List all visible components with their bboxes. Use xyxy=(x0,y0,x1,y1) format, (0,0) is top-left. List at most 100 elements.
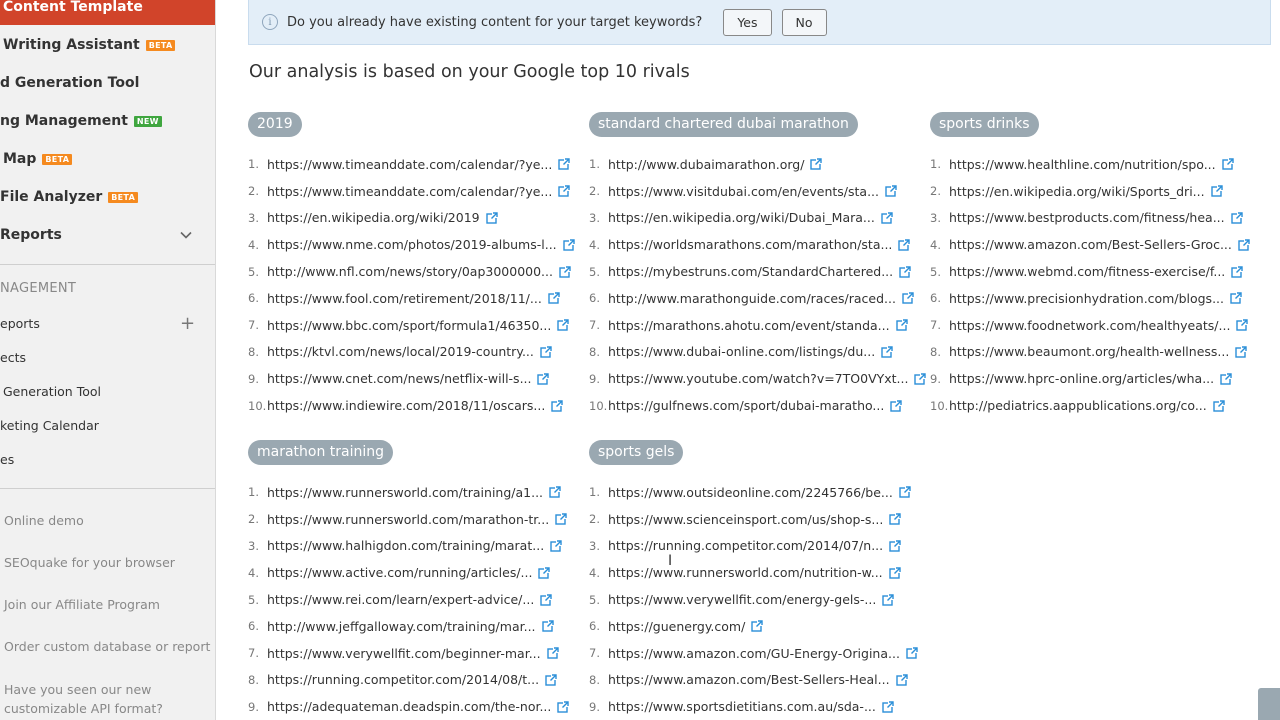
external-link-icon[interactable] xyxy=(538,567,551,579)
external-link-icon[interactable] xyxy=(555,513,567,525)
rival-url: https://www.timeanddate.com/calendar/?ye… xyxy=(267,156,553,172)
external-link-icon[interactable] xyxy=(558,158,571,171)
list-item: 7. https://www.bbc.com/sport/formula1/463… xyxy=(248,312,575,339)
external-link-icon[interactable] xyxy=(885,185,897,197)
affiliate-program-link[interactable]: Join our Affiliate Program xyxy=(4,595,160,614)
sidebar-item-map[interactable]: Map BETA xyxy=(3,149,73,169)
custom-database-link[interactable]: Order custom database or report xyxy=(4,637,210,656)
external-link-icon[interactable] xyxy=(558,185,571,197)
sidebar-item-listing-management[interactable]: ng Management NEW xyxy=(0,111,162,131)
sidebar-item-writing-assistant[interactable]: Writing Assistant BETA xyxy=(3,35,176,55)
sidebar-item-idea-generation-tool[interactable]: d Generation Tool xyxy=(0,73,139,93)
external-link-icon[interactable] xyxy=(882,701,894,713)
external-link-icon[interactable] xyxy=(1210,185,1223,197)
plus-icon[interactable]: + xyxy=(180,315,195,333)
external-link-icon[interactable] xyxy=(1213,399,1225,412)
rival-url: https://worldsmarathons.com/marathon/sta… xyxy=(608,237,893,253)
sidebar-item-projects[interactable]: ects xyxy=(0,350,26,365)
external-link-icon[interactable] xyxy=(1230,292,1242,305)
list-item: 8. https://ktvl.com/news/local/2019-count… xyxy=(248,339,575,366)
external-link-icon[interactable] xyxy=(549,486,561,499)
list-item: 6. http://www.jeffgalloway.com/training/m… xyxy=(248,613,569,640)
no-button[interactable]: No xyxy=(781,8,827,36)
external-link-icon[interactable] xyxy=(895,674,908,686)
rival-url: https://running.competitor.com/2014/07/n… xyxy=(608,538,884,554)
sidebar-item-marketing-calendar[interactable]: keting Calendar xyxy=(0,418,99,433)
external-link-icon[interactable] xyxy=(557,319,570,331)
seoquake-link[interactable]: SEOquake for your browser xyxy=(4,553,175,572)
list-item: 6. https://www.fool.com/retirement/2018/1… xyxy=(248,285,575,312)
sidebar-item-notes[interactable]: es xyxy=(0,452,14,467)
external-link-icon[interactable] xyxy=(1231,265,1243,278)
rank-number: 6. xyxy=(248,291,259,306)
external-link-icon[interactable] xyxy=(914,373,927,385)
external-link-icon[interactable] xyxy=(551,399,564,412)
external-link-icon[interactable] xyxy=(1238,239,1250,251)
external-link-icon[interactable] xyxy=(1235,346,1248,358)
rank-number: 1. xyxy=(930,157,941,172)
external-link-icon[interactable] xyxy=(541,620,554,633)
rival-url-list: 1. https://www.runnersworld.com/training/… xyxy=(248,479,570,720)
external-link-icon[interactable] xyxy=(562,239,575,251)
external-link-icon[interactable] xyxy=(899,265,911,278)
sidebar-item-label: Reports xyxy=(0,227,62,243)
chevron-down-icon[interactable] xyxy=(180,229,192,241)
rival-url: https://www.rei.com/learn/expert-advice/… xyxy=(267,592,535,608)
rank-number: 2. xyxy=(248,184,259,199)
beta-badge: BETA xyxy=(108,191,139,203)
external-link-icon[interactable] xyxy=(888,567,901,579)
rival-url: http://www.marathonguide.com/races/raced… xyxy=(608,290,896,306)
rival-url: https://www.scienceinsport.com/us/shop-s… xyxy=(608,511,884,527)
external-link-icon[interactable] xyxy=(546,647,559,659)
external-link-icon[interactable] xyxy=(890,399,903,412)
rank-number: 6. xyxy=(248,619,259,634)
rank-number: 3. xyxy=(930,210,941,225)
sidebar-item-lead-generation-tool[interactable]: Generation Tool xyxy=(3,384,101,399)
external-link-icon[interactable] xyxy=(540,593,552,606)
sidebar-item-content-template[interactable]: Content Template xyxy=(0,0,215,25)
list-item: 1. https://www.runnersworld.com/training/… xyxy=(248,479,569,506)
external-link-icon[interactable] xyxy=(898,239,911,251)
external-link-icon[interactable] xyxy=(559,265,571,278)
external-link-icon[interactable] xyxy=(810,158,823,171)
list-item: 5. https://www.webmd.com/fitness-exercise… xyxy=(930,258,1250,285)
beta-badge: BETA xyxy=(145,39,176,51)
sidebar-divider xyxy=(0,264,215,265)
external-link-icon[interactable] xyxy=(906,647,918,659)
yes-button[interactable]: Yes xyxy=(723,8,772,36)
online-demo-link[interactable]: Online demo xyxy=(4,511,84,530)
external-link-icon[interactable] xyxy=(881,212,893,224)
api-format-link[interactable]: Have you seen our new customizable API f… xyxy=(4,680,164,718)
rank-number: 1. xyxy=(248,485,259,500)
external-link-icon[interactable] xyxy=(882,593,895,606)
external-link-icon[interactable] xyxy=(557,701,570,713)
list-item: 4. https://www.runnersworld.com/nutrition… xyxy=(589,559,918,586)
external-link-icon[interactable] xyxy=(548,292,560,305)
external-link-icon[interactable] xyxy=(540,346,552,358)
external-link-icon[interactable] xyxy=(545,674,557,686)
external-link-icon[interactable] xyxy=(895,319,908,331)
sidebar-item-log-file-analyzer[interactable]: File Analyzer BETA xyxy=(0,187,139,207)
keyword-group: 2019 1. https://www.timeanddate.com/calend… xyxy=(248,112,575,419)
rival-url: https://guenergy.com/ xyxy=(608,618,746,634)
external-link-icon[interactable] xyxy=(889,513,902,525)
external-link-icon[interactable] xyxy=(1220,373,1232,385)
external-link-icon[interactable] xyxy=(1230,212,1243,224)
external-link-icon[interactable] xyxy=(902,292,914,305)
external-link-icon[interactable] xyxy=(751,620,764,633)
feedback-tab[interactable] xyxy=(1258,688,1280,720)
external-link-icon[interactable] xyxy=(1221,158,1234,171)
external-link-icon[interactable] xyxy=(537,373,550,385)
rival-url: https://www.amazon.com/GU-Energy-Origina… xyxy=(608,645,900,661)
sidebar-item-my-reports[interactable]: eports + xyxy=(0,315,210,333)
external-link-icon[interactable] xyxy=(485,212,498,224)
external-link-icon[interactable] xyxy=(881,346,893,358)
keyword-tag: 2019 xyxy=(248,112,302,137)
external-link-icon[interactable] xyxy=(899,486,911,499)
external-link-icon[interactable] xyxy=(550,540,562,552)
external-link-icon[interactable] xyxy=(1236,319,1249,331)
sidebar-item-reports[interactable]: Reports xyxy=(0,225,210,245)
external-link-icon[interactable] xyxy=(889,540,901,552)
rank-number: 1. xyxy=(248,157,259,172)
rival-url-list: 1. http://www.dubaimarathon.org/2. https:/… xyxy=(589,151,927,419)
